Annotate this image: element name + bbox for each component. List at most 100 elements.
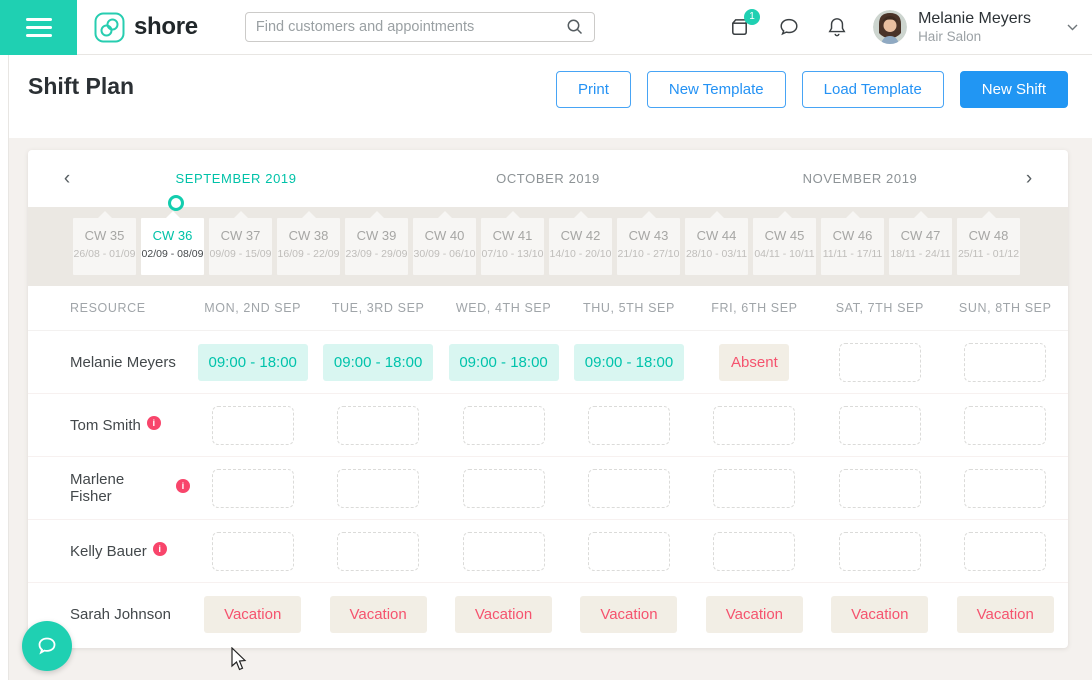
- day-column: Vacation: [315, 596, 440, 633]
- shift-cell-empty[interactable]: [964, 343, 1046, 382]
- day-column: [692, 532, 817, 571]
- bell-icon[interactable]: [827, 16, 847, 38]
- week-tab-range: 28/10 - 03/11: [685, 248, 748, 260]
- shift-cell-shift[interactable]: 09:00 - 18:00: [449, 344, 559, 381]
- shift-cell-empty[interactable]: [463, 532, 545, 571]
- shift-cell-vacation[interactable]: Vacation: [455, 596, 552, 633]
- shift-cell-empty[interactable]: [588, 469, 670, 508]
- week-tab-cw39[interactable]: CW 3923/09 - 29/09: [345, 218, 408, 275]
- new-shift-button[interactable]: New Shift: [960, 71, 1068, 108]
- week-tab-cw48[interactable]: CW 4825/11 - 01/12: [957, 218, 1020, 275]
- user-menu[interactable]: Melanie Meyers Hair Salon: [918, 9, 1031, 46]
- shift-cell-vacation[interactable]: Vacation: [580, 596, 677, 633]
- week-tab-cw42[interactable]: CW 4214/10 - 20/10: [549, 218, 612, 275]
- week-tab-cw36[interactable]: CW 3602/09 - 08/09: [141, 218, 204, 275]
- column-header-sat: SAT, 7TH SEP: [817, 301, 942, 315]
- shift-cell-vacation[interactable]: Vacation: [957, 596, 1054, 633]
- print-button[interactable]: Print: [556, 71, 631, 108]
- info-icon[interactable]: i: [153, 542, 167, 556]
- month-navigation: ‹ SEPTEMBER 2019 OCTOBER 2019 NOVEMBER 2…: [28, 150, 1068, 207]
- shift-cell-empty[interactable]: [713, 469, 795, 508]
- shift-cell-vacation[interactable]: Vacation: [831, 596, 928, 633]
- next-arrow-icon[interactable]: ›: [1016, 168, 1042, 190]
- info-icon[interactable]: i: [147, 416, 161, 430]
- shift-cell-shift[interactable]: 09:00 - 18:00: [323, 344, 433, 381]
- month-label-november[interactable]: NOVEMBER 2019: [704, 171, 1016, 186]
- week-tab-cw46[interactable]: CW 4611/11 - 17/11: [821, 218, 884, 275]
- column-header-tue: TUE, 3RD SEP: [315, 301, 440, 315]
- shift-cell-empty[interactable]: [839, 343, 921, 382]
- shift-cell-vacation[interactable]: Vacation: [330, 596, 427, 633]
- day-column: Absent: [692, 344, 817, 381]
- search-icon[interactable]: [562, 18, 594, 36]
- week-tab-cw45[interactable]: CW 4504/11 - 10/11: [753, 218, 816, 275]
- resource-cell: Melanie Meyers: [28, 354, 190, 371]
- day-column: Vacation: [190, 596, 315, 633]
- day-column: [315, 469, 440, 508]
- shift-cell-empty[interactable]: [463, 469, 545, 508]
- month-label-september[interactable]: SEPTEMBER 2019: [80, 171, 392, 186]
- week-tab-cw47[interactable]: CW 4718/11 - 24/11: [889, 218, 952, 275]
- day-column: Vacation: [441, 596, 566, 633]
- hamburger-menu-button[interactable]: [0, 0, 77, 55]
- week-tab-label: CW 35: [73, 228, 136, 243]
- collapsed-sidebar-rail: [0, 55, 9, 680]
- shift-cell-empty[interactable]: [212, 469, 294, 508]
- day-column: 09:00 - 18:00: [566, 344, 691, 381]
- shift-cell-vacation[interactable]: Vacation: [706, 596, 803, 633]
- shift-cell-empty[interactable]: [964, 406, 1046, 445]
- shift-cell-empty[interactable]: [212, 406, 294, 445]
- shift-cell-empty[interactable]: [588, 406, 670, 445]
- day-column: [817, 532, 942, 571]
- shift-cell-empty[interactable]: [212, 532, 294, 571]
- day-column: [943, 469, 1068, 508]
- prev-arrow-icon[interactable]: ‹: [54, 168, 80, 190]
- day-column: [566, 532, 691, 571]
- shift-cell-empty[interactable]: [713, 406, 795, 445]
- shift-cell-empty[interactable]: [839, 406, 921, 445]
- week-tab-cw44[interactable]: CW 4428/10 - 03/11: [685, 218, 748, 275]
- week-tab-cw40[interactable]: CW 4030/09 - 06/10: [413, 218, 476, 275]
- shift-cell-vacation[interactable]: Vacation: [204, 596, 301, 633]
- shift-cell-empty[interactable]: [964, 532, 1046, 571]
- chevron-down-icon[interactable]: [1067, 24, 1078, 31]
- column-header-thu: THU, 5TH SEP: [566, 301, 691, 315]
- shift-cell-empty[interactable]: [839, 532, 921, 571]
- shift-cell-shift[interactable]: 09:00 - 18:00: [198, 344, 308, 381]
- schedule-row: Kelly Baueri: [28, 520, 1068, 583]
- chat-bubble-icon: [35, 634, 59, 658]
- shift-cell-empty[interactable]: [839, 469, 921, 508]
- shift-cell-empty[interactable]: [337, 406, 419, 445]
- shift-cell-empty[interactable]: [713, 532, 795, 571]
- week-tab-range: 21/10 - 27/10: [617, 248, 680, 260]
- week-tab-cw43[interactable]: CW 4321/10 - 27/10: [617, 218, 680, 275]
- week-tab-cw37[interactable]: CW 3709/09 - 15/09: [209, 218, 272, 275]
- user-avatar[interactable]: [873, 10, 907, 44]
- info-icon[interactable]: i: [176, 479, 190, 493]
- month-label-october[interactable]: OCTOBER 2019: [392, 171, 704, 186]
- shift-cell-shift[interactable]: 09:00 - 18:00: [574, 344, 684, 381]
- shift-cell-empty[interactable]: [337, 469, 419, 508]
- bookings-icon[interactable]: 1: [728, 16, 751, 39]
- shift-cell-empty[interactable]: [337, 532, 419, 571]
- shift-cell-empty[interactable]: [463, 406, 545, 445]
- chat-icon[interactable]: [778, 16, 800, 38]
- shift-cell-absent[interactable]: Absent: [719, 344, 789, 381]
- day-column: [692, 469, 817, 508]
- week-tab-cw35[interactable]: CW 3526/08 - 01/09: [73, 218, 136, 275]
- support-chat-button[interactable]: [22, 621, 72, 671]
- week-tab-cw38[interactable]: CW 3816/09 - 22/09: [277, 218, 340, 275]
- week-tab-cw41[interactable]: CW 4107/10 - 13/10: [481, 218, 544, 275]
- column-header-mon: MON, 2ND SEP: [190, 301, 315, 315]
- load-template-button[interactable]: Load Template: [802, 71, 944, 108]
- shift-cell-empty[interactable]: [964, 469, 1046, 508]
- week-tab-range: 14/10 - 20/10: [549, 248, 612, 260]
- new-template-button[interactable]: New Template: [647, 71, 786, 108]
- shore-logo[interactable]: shore: [94, 12, 198, 43]
- day-column: [817, 406, 942, 445]
- week-tab-label: CW 38: [277, 228, 340, 243]
- shift-cell-empty[interactable]: [588, 532, 670, 571]
- day-column: [190, 532, 315, 571]
- search-input[interactable]: [246, 19, 562, 35]
- global-search[interactable]: [245, 12, 595, 42]
